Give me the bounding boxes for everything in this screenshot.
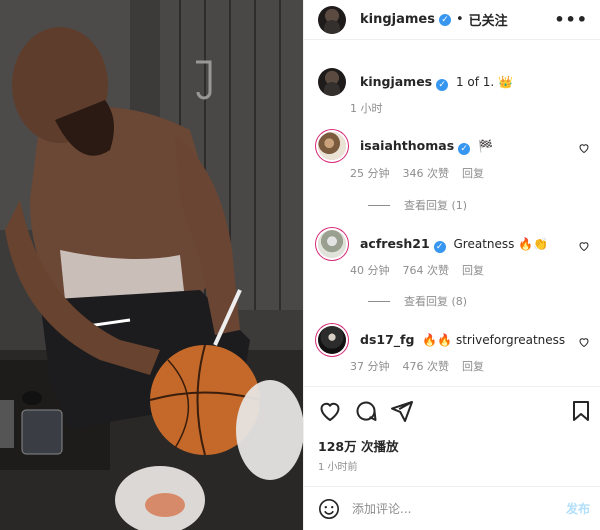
comment-likes[interactable]: 346 次赞 [403,165,450,181]
list-item: ds17_fg 🔥🔥 striveforgreatness [318,326,590,354]
action-bar [304,386,600,434]
separator-dot: • [456,12,464,27]
emoji-icon[interactable] [318,498,340,520]
author-username[interactable]: kingjames [360,12,435,27]
verified-badge-icon: ✓ [458,143,471,155]
comment-icon[interactable] [354,399,378,423]
heart-icon[interactable] [318,399,342,423]
heart-icon[interactable] [578,142,590,154]
heart-icon[interactable] [578,240,590,252]
post-comment-button[interactable]: 发布 [566,500,590,517]
comment-meta: 37 分钟 476 次赞 回复 [350,358,484,374]
commenter-avatar[interactable] [318,132,346,160]
verified-badge-icon: ✓ [433,241,446,253]
caption-username[interactable]: kingjames [360,74,432,89]
comment-text: Greatness 🔥👏 [453,237,549,251]
bookmark-icon[interactable] [569,399,593,423]
caption-avatar[interactable] [318,68,346,96]
comment-meta: 40 分钟 764 次赞 回复 [350,262,484,278]
comment-text: 🏁 [477,139,493,153]
caption: kingjames ✓ 1 of 1. 👑 [318,68,590,96]
author-avatar[interactable] [318,5,346,34]
comment-time: 37 分钟 [350,360,390,373]
view-count[interactable]: 128万 次播放 [318,436,398,455]
view-replies-button[interactable]: 查看回复 (1) [368,197,467,213]
verified-badge-icon: ✓ [436,79,449,91]
list-item: isaiahthomas ✓ 🏁 [318,132,590,160]
caption-time: 1 小时 [350,102,383,115]
comment-text: 🔥🔥 striveforgreatness [422,333,566,347]
view-replies-button[interactable]: 查看回复 (8) [368,293,467,309]
share-icon[interactable] [390,399,414,423]
comment-input[interactable] [352,501,566,516]
comment-time: 40 分钟 [350,264,390,277]
more-options-icon[interactable]: ••• [554,10,588,29]
commenter-avatar[interactable] [318,326,346,354]
post-header: kingjames ✓ • 已关注 ••• [304,0,600,40]
caption-meta: 1 小时 [350,100,383,116]
following-button[interactable]: 已关注 [469,10,508,29]
caption-text: 1 of 1. 👑 [455,75,513,89]
comments-list[interactable]: kingjames ✓ 1 of 1. 👑 1 小时 isaiahthomas ✓ … [304,40,600,386]
post-photo [0,0,303,530]
reply-button[interactable]: 回复 [462,262,484,278]
commenter-avatar[interactable] [318,230,346,258]
post-panel: kingjames ✓ • 已关注 ••• kingjames ✓ 1 of 1.… [303,0,600,530]
post-timestamp[interactable]: 1 小时前 [318,458,358,473]
commenter-username[interactable]: ds17_fg [360,332,414,347]
comment-likes[interactable]: 476 次赞 [403,358,450,374]
list-item: acfresh21 ✓ Greatness 🔥👏 [318,230,590,258]
comment-meta: 25 分钟 346 次赞 回复 [350,165,484,181]
reply-button[interactable]: 回复 [462,358,484,374]
add-comment-bar: 发布 [304,486,600,530]
comment-likes[interactable]: 764 次赞 [403,262,450,278]
verified-badge-icon: ✓ [439,13,451,26]
photo-illustration [0,0,303,530]
reply-button[interactable]: 回复 [462,165,484,181]
heart-icon[interactable] [578,336,590,348]
commenter-username[interactable]: acfresh21 [360,236,430,251]
commenter-username[interactable]: isaiahthomas [360,138,454,153]
comment-time: 25 分钟 [350,167,390,180]
